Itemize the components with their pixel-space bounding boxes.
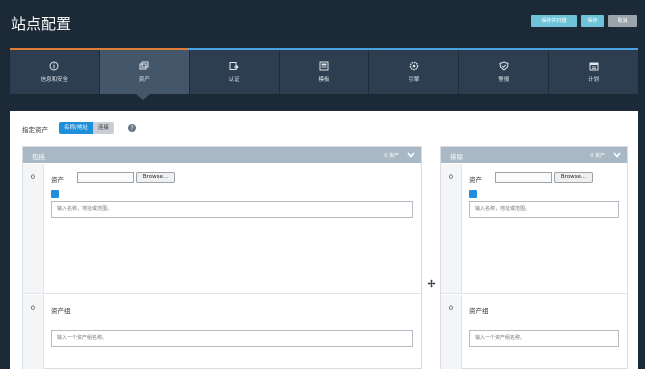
- tab-info-security[interactable]: 信息和安全: [10, 48, 100, 94]
- svg-text:?: ?: [130, 125, 133, 132]
- tab-label: 警报: [498, 77, 510, 83]
- help-icon[interactable]: ?: [128, 124, 136, 132]
- specify-mode-toggle: 名称/地址 连接: [59, 122, 114, 134]
- include-file-field[interactable]: [77, 172, 134, 183]
- assets-content: 指定资产 名称/地址 连接 ? 包括 0 资产 0 资产 Browse... 输…: [10, 111, 638, 369]
- header: 站点配置 保存并扫描 保存 取消: [0, 0, 645, 48]
- active-tab-pointer: [136, 94, 150, 100]
- exclude-assets-count: 0: [441, 164, 462, 293]
- tab-label: 计划: [588, 77, 600, 83]
- tabs-progress-line-done: [10, 48, 188, 50]
- save-button[interactable]: 保存: [581, 15, 604, 27]
- exclude-asset-count: 0 资产: [590, 153, 605, 159]
- include-panel-header[interactable]: 包括 0 资产: [23, 147, 421, 163]
- exclude-panel: 排除 0 资产 0 资产 Browse... 输入名称，地址或范围。 0 资产组…: [440, 146, 628, 369]
- move-icon: [427, 279, 436, 288]
- calendar-icon: [589, 62, 599, 71]
- page-title: 站点配置: [11, 15, 72, 33]
- include-assets-input[interactable]: 输入名称，地址或范围。: [51, 201, 413, 218]
- include-assets-label: 资产: [51, 176, 64, 184]
- include-groups-count: 0: [23, 295, 44, 369]
- tab-label: 模板: [318, 77, 330, 83]
- tab-label: 引擎: [408, 77, 420, 83]
- toggle-name-address[interactable]: 名称/地址: [59, 122, 93, 134]
- include-groups-input[interactable]: 输入一个资产组名称。: [51, 330, 413, 347]
- include-asset-count: 0 资产: [384, 153, 399, 159]
- exclude-file-field[interactable]: [495, 172, 552, 183]
- exclude-assets-input[interactable]: 输入名称，地址或范围。: [469, 201, 619, 218]
- chevron-down-icon[interactable]: [407, 152, 415, 158]
- exclude-groups-label: 资产组: [469, 307, 489, 315]
- specify-assets-label: 指定资产: [22, 126, 48, 134]
- tab-template[interactable]: 模板: [280, 48, 370, 94]
- engine-icon: [409, 61, 419, 71]
- tab-label: 认证: [228, 77, 240, 83]
- tab-schedule[interactable]: 计划: [549, 48, 638, 94]
- include-assets-row: 0 资产 Browse... 输入名称，地址或范围。: [23, 164, 421, 294]
- save-and-scan-button[interactable]: 保存并扫描: [531, 15, 577, 27]
- shield-icon: [499, 61, 509, 71]
- include-browse-button[interactable]: Browse...: [136, 172, 175, 183]
- include-panel: 包括 0 资产 0 资产 Browse... 输入名称，地址或范围。 0 资产组…: [22, 146, 422, 369]
- toggle-connection[interactable]: 连接: [92, 122, 114, 134]
- include-title: 包括: [32, 153, 45, 161]
- credentials-icon: [229, 62, 239, 70]
- exclude-edit-icon[interactable]: [469, 190, 477, 203]
- tab-engine[interactable]: 引擎: [369, 48, 460, 94]
- exclude-assets-label: 资产: [469, 176, 482, 184]
- tab-label: 资产: [138, 77, 150, 83]
- cancel-button[interactable]: 取消: [608, 15, 637, 27]
- exclude-panel-header[interactable]: 排除 0 资产: [441, 147, 627, 163]
- exclude-groups-row: 0 资产组 输入一个资产组名称。: [441, 295, 627, 369]
- template-icon: [319, 61, 329, 71]
- exclude-assets-row: 0 资产 Browse... 输入名称，地址或范围。: [441, 164, 627, 294]
- tab-credentials[interactable]: 认证: [190, 48, 280, 94]
- assets-icon: [139, 61, 149, 70]
- include-groups-label: 资产组: [51, 307, 71, 315]
- config-tabs: 信息和安全 资产 认证 模板 引擎 警报 计划: [10, 48, 638, 94]
- tab-assets[interactable]: 资产: [99, 48, 190, 94]
- include-assets-count: 0: [23, 164, 44, 293]
- exclude-title: 排除: [450, 153, 463, 161]
- include-groups-row: 0 资产组 输入一个资产组名称。: [23, 295, 421, 369]
- tab-label: 信息和安全: [40, 77, 69, 83]
- info-icon: [49, 61, 59, 71]
- exclude-browse-button[interactable]: Browse...: [554, 172, 593, 183]
- exclude-groups-input[interactable]: 输入一个资产组名称。: [469, 330, 619, 347]
- tab-alerts[interactable]: 警报: [459, 48, 550, 94]
- chevron-down-icon[interactable]: [613, 152, 621, 158]
- exclude-groups-count: 0: [441, 295, 462, 369]
- include-edit-icon[interactable]: [51, 190, 59, 203]
